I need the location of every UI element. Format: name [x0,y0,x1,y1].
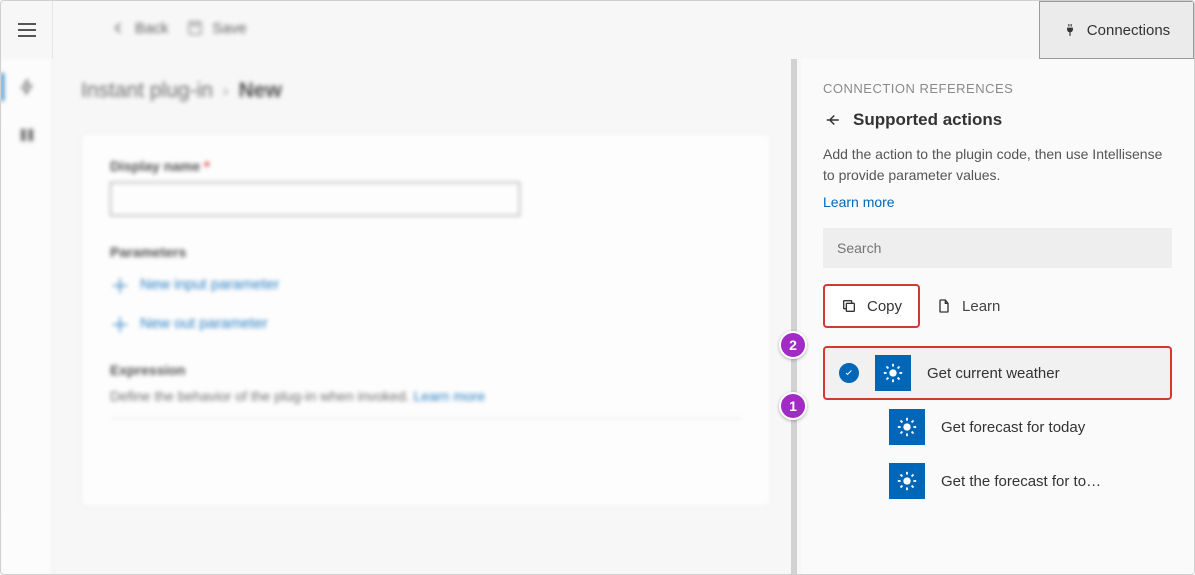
new-input-parameter[interactable]: ＋ New input parameter [110,270,742,299]
pane-resize-handle[interactable] [791,59,797,574]
back-arrow-icon[interactable] [823,111,841,129]
connection-references-panel: CONNECTION REFERENCES Supported actions … [801,59,1194,574]
copy-icon [841,298,857,314]
plus-icon: ＋ [110,309,130,338]
sun-icon [889,409,925,445]
plus-icon: ＋ [110,270,130,299]
panel-learn-more[interactable]: Learn more [823,194,895,210]
action-get-current-weather[interactable]: Get current weather [823,346,1172,400]
new-out-parameter[interactable]: ＋ New out parameter [110,309,742,338]
copy-label: Copy [867,298,902,315]
chevron-right-icon: › [223,81,229,101]
learn-label: Learn [962,298,1000,315]
breadcrumb-parent[interactable]: Instant plug-in [81,79,213,103]
expression-learn-more[interactable]: Learn more [414,388,486,404]
save-label: Save [212,20,246,37]
learn-link[interactable]: Learn [936,298,1000,315]
action-label: Get the forecast for to… [941,473,1158,490]
connections-label: Connections [1087,22,1170,39]
parameters-label: Parameters [110,244,742,260]
panel-eyebrow: CONNECTION REFERENCES [823,81,1172,96]
left-rail [1,59,53,574]
action-label: Get forecast for today [941,419,1158,436]
display-name-input[interactable] [110,182,520,216]
action-label: Get current weather [927,365,1156,382]
rail-item-lightning[interactable] [11,71,43,103]
expression-desc: Define the behavior of the plug-in when … [110,388,742,404]
sun-icon [875,355,911,391]
action-get-forecast-tomorrow[interactable]: Get the forecast for to… [875,454,1172,508]
connections-button[interactable]: Connections [1039,1,1194,59]
document-icon [936,298,952,314]
expression-editor[interactable] [110,418,742,478]
plug-icon [1063,23,1077,37]
action-get-forecast-today[interactable]: Get forecast for today [875,400,1172,454]
save-button[interactable]: Save [186,19,246,37]
display-name-label: Display name * [110,158,742,174]
panel-title: Supported actions [853,110,1002,130]
checkmark-icon [839,363,859,383]
copy-button[interactable]: Copy [823,284,920,328]
sun-icon [889,463,925,499]
back-label: Back [135,20,168,37]
breadcrumb-current: New [239,79,282,103]
supported-actions-list: Get current weather Get forecast for tod… [823,346,1172,508]
rail-item-columns[interactable] [11,119,43,151]
callout-2: 2 [779,331,807,359]
back-button[interactable]: Back [109,19,168,37]
expression-label: Expression [110,362,742,378]
callout-1: 1 [779,392,807,420]
breadcrumb: Instant plug-in › New [81,79,771,103]
panel-description: Add the action to the plugin code, then … [823,144,1172,186]
form-card: Display name * Parameters ＋ New input pa… [81,133,771,507]
search-input[interactable] [823,228,1172,268]
